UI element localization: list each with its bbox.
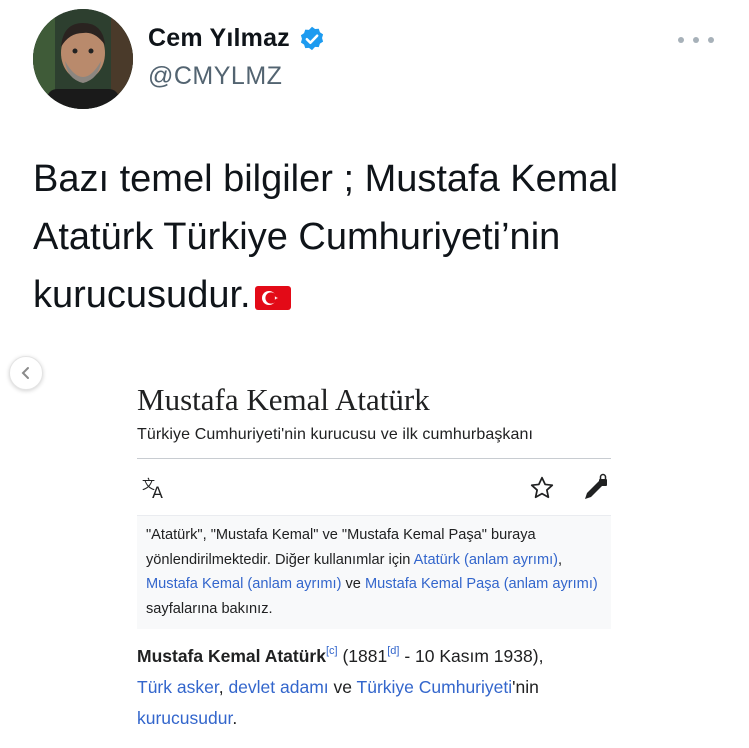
lead-bold-title: Mustafa Kemal Atatürk (137, 646, 326, 666)
avatar[interactable] (33, 9, 133, 109)
profile-name-row: Cem Yılmaz (148, 24, 326, 53)
language-icon[interactable]: 文 A (141, 475, 167, 502)
ref-c[interactable]: [c] (326, 645, 338, 657)
chevron-left-icon (21, 367, 29, 379)
link-ataturk-disambiguation[interactable]: Atatürk (anlam ayrımı) (414, 552, 558, 568)
star-icon[interactable] (529, 475, 555, 501)
link-kurucusudur[interactable]: kurucusudur (137, 708, 232, 728)
svg-text:A: A (152, 483, 163, 501)
link-turk-asker[interactable]: Türk asker (137, 677, 219, 697)
link-turkiye-cumhuriyeti[interactable]: Türkiye Cumhuriyeti (357, 677, 513, 697)
wiki-subtitle: Türkiye Cumhuriyeti'nin kurucusu ve ilk … (137, 426, 534, 443)
verified-badge-icon (298, 25, 326, 53)
username-handle[interactable]: @CMYLMZ (148, 62, 282, 91)
tweet-body: Bazı temel bilgiler ; Mustafa Kemal Atat… (33, 158, 619, 316)
more-horizontal-icon (678, 37, 684, 43)
more-options-button[interactable] (678, 30, 714, 50)
wiki-toolbar: 文 A (137, 459, 611, 515)
edit-lock-icon[interactable] (581, 473, 611, 503)
carousel-prev-button[interactable] (9, 356, 43, 390)
profile-photo (33, 9, 133, 109)
wikipedia-screenshot: Mustafa Kemal Atatürk Türkiye Cumhuriyet… (137, 380, 611, 734)
ref-d[interactable]: [d] (387, 645, 399, 657)
display-name[interactable]: Cem Yılmaz (148, 24, 290, 53)
link-devlet-adami[interactable]: devlet adamı (228, 677, 328, 697)
tweet-text: Bazı temel bilgiler ; Mustafa Kemal Atat… (33, 150, 723, 324)
turkey-flag-icon (254, 270, 291, 310)
link-mustafa-kemal-disambiguation[interactable]: Mustafa Kemal (anlam ayrımı) (146, 576, 341, 592)
hatnote: "Atatürk", "Mustafa Kemal" ve "Mustafa K… (137, 515, 611, 629)
link-mustafa-kemal-pasa-disambiguation[interactable]: Mustafa Kemal Paşa (anlam ayrımı) (365, 576, 598, 592)
wiki-title: Mustafa Kemal Atatürk (137, 382, 430, 417)
lead-paragraph: Mustafa Kemal Atatürk[c] (1881[d] - 10 K… (137, 645, 544, 729)
